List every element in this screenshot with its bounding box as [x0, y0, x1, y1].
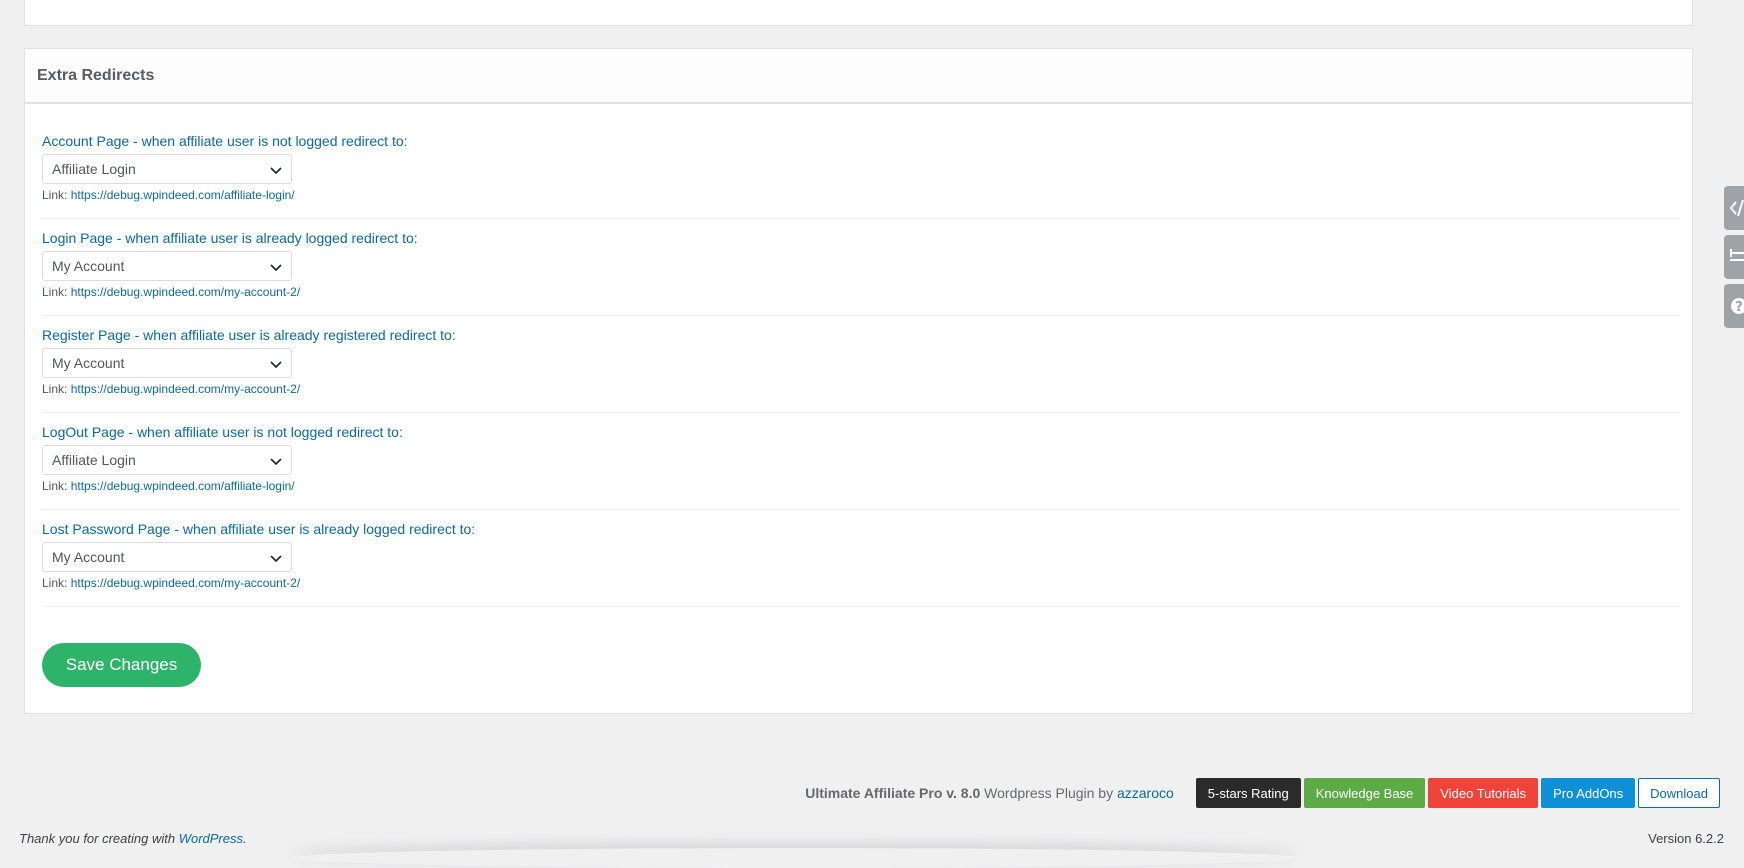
- side-tab-help[interactable]: ?: [1724, 284, 1744, 328]
- plugin-name: Ultimate Affiliate Pro v. 8.0: [805, 785, 981, 801]
- redirect-link-line: Link: https://debug.wpindeed.com/affilia…: [42, 187, 1680, 203]
- redirect-link[interactable]: https://debug.wpindeed.com/my-account-2/: [71, 576, 300, 590]
- redirect-link-line: Link: https://debug.wpindeed.com/affilia…: [42, 478, 1680, 494]
- chevron-down-icon: [270, 458, 282, 466]
- redirect-select-login[interactable]: My Account: [42, 251, 292, 281]
- bottom-shadow: [290, 848, 1300, 868]
- link-prefix: Link:: [42, 479, 68, 493]
- card-body: Account Page - when affiliate user is no…: [25, 104, 1692, 607]
- redirect-row-login: Login Page - when affiliate user is alre…: [42, 219, 1680, 316]
- help-icon: ?: [1731, 298, 1744, 315]
- redirect-row-register: Register Page - when affiliate user is a…: [42, 316, 1680, 413]
- select-value: Affiliate Login: [52, 452, 136, 468]
- redirect-link[interactable]: https://debug.wpindeed.com/my-account-2/: [71, 382, 300, 396]
- select-value: My Account: [52, 549, 125, 565]
- redirect-select-register[interactable]: My Account: [42, 348, 292, 378]
- plugin-credit-middle: Wordpress Plugin by: [984, 785, 1114, 801]
- extra-redirects-card: Extra Redirects Account Page - when affi…: [24, 48, 1693, 714]
- link-prefix: Link:: [42, 285, 68, 299]
- link-prefix: Link:: [42, 576, 68, 590]
- chevron-down-icon: [270, 555, 282, 563]
- previous-settings-card: [24, 0, 1693, 26]
- thanks-text: Thank you for creating with: [19, 831, 176, 846]
- rating-button[interactable]: 5-stars Rating: [1195, 778, 1301, 808]
- redirect-link-line: Link: https://debug.wpindeed.com/my-acco…: [42, 284, 1680, 300]
- chevron-down-icon: [270, 361, 282, 369]
- plugin-author-link[interactable]: azzaroco: [1117, 785, 1174, 801]
- arrows-icon: [1730, 249, 1744, 261]
- redirect-link[interactable]: https://debug.wpindeed.com/affiliate-log…: [71, 479, 295, 493]
- redirect-select-logout[interactable]: Affiliate Login: [42, 445, 292, 475]
- link-prefix: Link:: [42, 382, 68, 396]
- select-value: My Account: [52, 355, 125, 371]
- chevron-down-icon: [270, 167, 282, 175]
- pro-addons-button[interactable]: Pro AddOns: [1541, 778, 1636, 808]
- download-button[interactable]: Download: [1638, 778, 1720, 808]
- redirect-label: Login Page - when affiliate user is alre…: [42, 230, 418, 246]
- redirect-link[interactable]: https://debug.wpindeed.com/my-account-2/: [71, 285, 300, 299]
- redirect-select-lost-password[interactable]: My Account: [42, 542, 292, 572]
- save-changes-button[interactable]: Save Changes: [42, 643, 201, 687]
- redirect-label: LogOut Page - when affiliate user is not…: [42, 424, 403, 440]
- wp-version: Version 6.2.2: [1648, 831, 1724, 846]
- redirect-label: Account Page - when affiliate user is no…: [42, 133, 408, 149]
- redirect-link-line: Link: https://debug.wpindeed.com/my-acco…: [42, 575, 1680, 591]
- side-tab-code[interactable]: [1724, 186, 1744, 230]
- redirect-link-line: Link: https://debug.wpindeed.com/my-acco…: [42, 381, 1680, 397]
- redirect-label: Lost Password Page - when affiliate user…: [42, 521, 476, 537]
- chevron-down-icon: [270, 264, 282, 272]
- knowledge-base-button[interactable]: Knowledge Base: [1303, 778, 1426, 808]
- plugin-footer: Ultimate Affiliate Pro v. 8.0 Wordpress …: [805, 778, 1720, 808]
- wp-footer-thanks: Thank you for creating with WordPress.: [19, 831, 247, 846]
- redirect-row-account: Account Page - when affiliate user is no…: [42, 122, 1680, 219]
- code-icon: [1729, 199, 1744, 217]
- side-tab-arrows[interactable]: [1724, 235, 1744, 279]
- link-prefix: Link:: [42, 188, 68, 202]
- select-value: Affiliate Login: [52, 161, 136, 177]
- redirect-link[interactable]: https://debug.wpindeed.com/affiliate-log…: [71, 188, 295, 202]
- redirect-label: Register Page - when affiliate user is a…: [42, 327, 456, 343]
- redirect-row-lost-password: Lost Password Page - when affiliate user…: [42, 510, 1680, 607]
- thanks-end: .: [243, 831, 247, 846]
- redirect-row-logout: LogOut Page - when affiliate user is not…: [42, 413, 1680, 510]
- plugin-credit: Ultimate Affiliate Pro v. 8.0 Wordpress …: [805, 785, 1174, 801]
- redirect-select-account[interactable]: Affiliate Login: [42, 154, 292, 184]
- video-tutorials-button[interactable]: Video Tutorials: [1428, 778, 1539, 808]
- card-header: Extra Redirects: [25, 49, 1692, 104]
- svg-text:?: ?: [1735, 300, 1743, 315]
- section-title: Extra Redirects: [37, 66, 155, 84]
- wordpress-link[interactable]: WordPress: [179, 831, 243, 846]
- select-value: My Account: [52, 258, 125, 274]
- side-tabs: ?: [1724, 186, 1744, 333]
